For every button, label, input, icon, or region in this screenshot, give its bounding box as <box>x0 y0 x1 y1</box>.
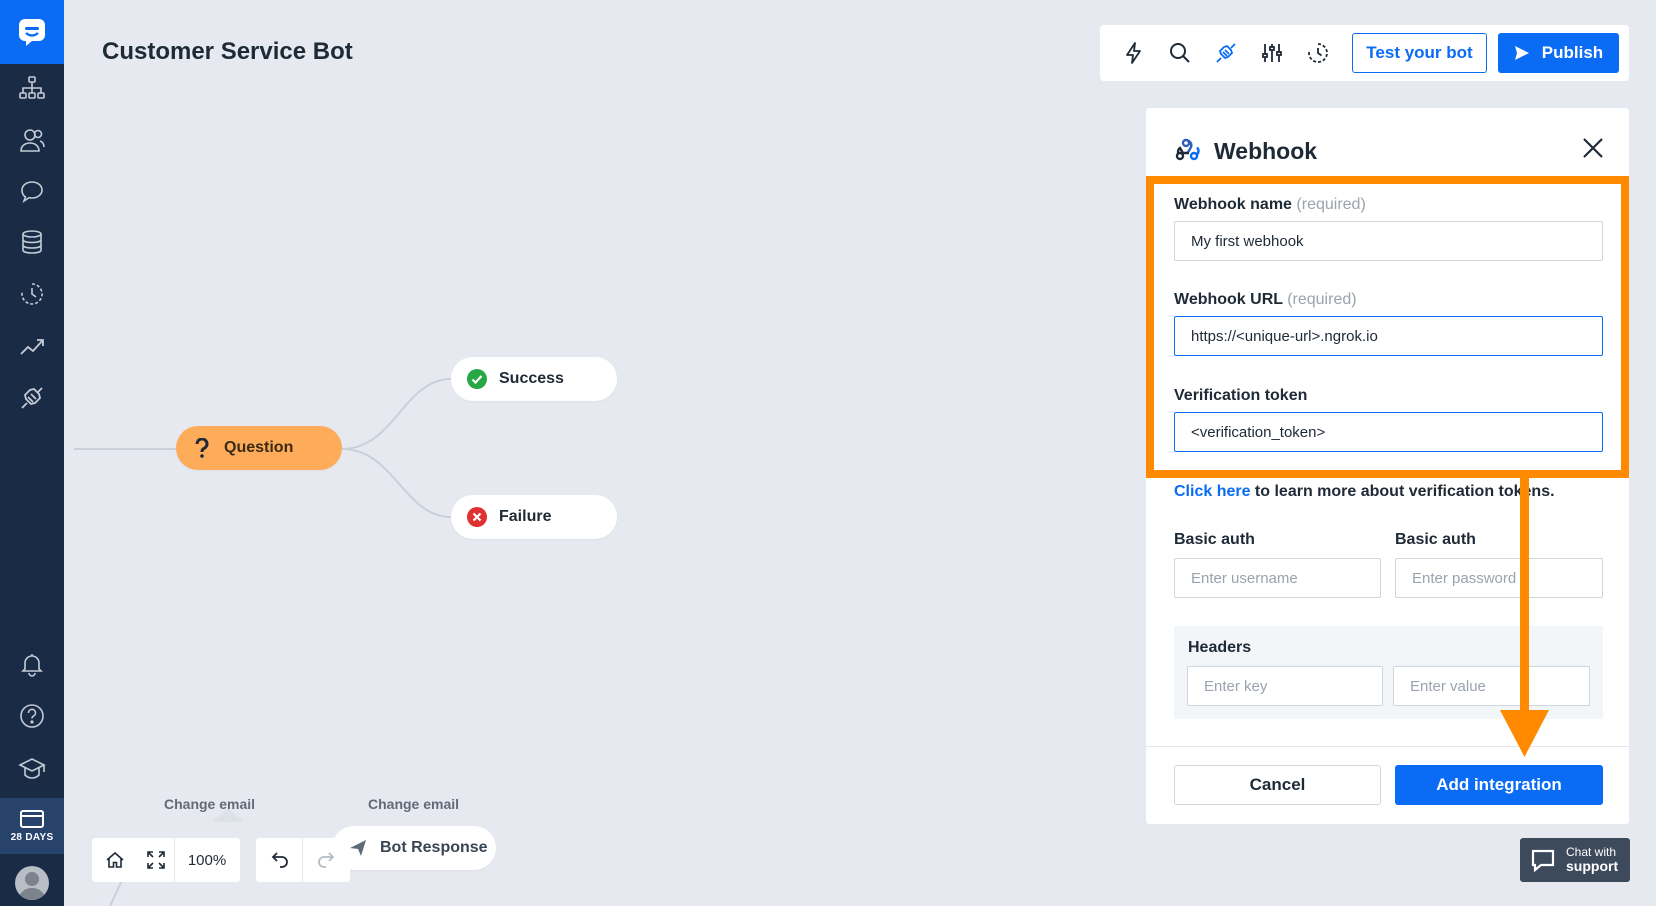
publish-button[interactable]: Publish <box>1498 33 1619 73</box>
webhook-name-label: Webhook name (required) <box>1174 196 1366 214</box>
headers-section: Headers Enter key Enter value <box>1174 626 1603 719</box>
trial-label: 28 DAYS <box>10 831 54 843</box>
trial-badge[interactable]: 28 DAYS <box>0 798 64 854</box>
change-email-label: Change email <box>368 796 460 812</box>
users-icon[interactable] <box>12 120 52 160</box>
panel-title: Webhook <box>1214 138 1318 164</box>
flow-icon[interactable] <box>12 68 52 108</box>
history-icon[interactable] <box>12 274 52 314</box>
chat-support-line2: support <box>1566 857 1619 874</box>
analytics-icon[interactable] <box>12 326 52 366</box>
bot-response-label: Bot Response <box>380 839 488 856</box>
verification-token-label: Verification token <box>1174 387 1308 404</box>
webhook-panel: Webhook Webhook name (required) My first… <box>1146 108 1629 824</box>
check-circle-icon <box>467 369 487 389</box>
verification-token-input[interactable]: <verification_token> <box>1174 412 1603 452</box>
chat-icon[interactable] <box>12 172 52 212</box>
success-label: Success <box>499 370 564 387</box>
help-icon[interactable] <box>12 696 52 736</box>
test-bot-button[interactable]: Test your bot <box>1352 33 1487 73</box>
avatar[interactable] <box>15 866 49 900</box>
search-icon[interactable] <box>1166 39 1194 67</box>
redo-icon[interactable] <box>303 838 350 882</box>
chat-icon <box>1531 849 1555 873</box>
logo-icon[interactable] <box>0 0 64 64</box>
zoom-level[interactable]: 100% <box>175 838 239 882</box>
history-icon[interactable] <box>1304 39 1332 67</box>
header-value-input[interactable]: Enter value <box>1393 666 1590 706</box>
question-node[interactable]: Question <box>176 426 342 470</box>
headers-label: Headers <box>1188 639 1252 656</box>
send-icon <box>1514 46 1529 60</box>
integrations-icon[interactable] <box>12 378 52 418</box>
webhook-url-input[interactable]: https://<unique-url>.ngrok.io <box>1174 316 1603 356</box>
bell-icon[interactable] <box>12 644 52 684</box>
bot-response-node[interactable]: Bot Response <box>332 826 496 870</box>
send-icon <box>348 838 368 858</box>
success-node[interactable]: Success <box>451 357 617 401</box>
webhook-icon <box>1174 136 1200 167</box>
card-icon <box>20 809 44 828</box>
password-input[interactable]: Enter password <box>1395 558 1603 598</box>
add-integration-button[interactable]: Add integration <box>1395 765 1603 805</box>
settings-sliders-icon[interactable] <box>1258 39 1286 67</box>
chat-support-button[interactable]: Chat with support <box>1520 838 1630 882</box>
sidebar: 28 DAYS <box>0 0 64 906</box>
learn-more-rest: to learn more about verification tokens. <box>1250 483 1555 500</box>
change-email-label: Change email <box>164 796 256 812</box>
integrations-icon[interactable] <box>1212 39 1240 67</box>
flow-connectors <box>74 378 452 906</box>
panel-header: Webhook <box>1174 136 1317 167</box>
required-hint: (required) <box>1296 196 1366 213</box>
lightning-icon[interactable] <box>1120 39 1148 67</box>
learn-more-link[interactable]: Click here <box>1174 483 1250 500</box>
x-circle-icon <box>467 507 487 527</box>
failure-label: Failure <box>499 508 552 525</box>
publish-label: Publish <box>1541 43 1604 62</box>
home-icon[interactable] <box>92 838 138 882</box>
failure-node[interactable]: Failure <box>451 495 617 539</box>
database-icon[interactable] <box>12 222 52 262</box>
cancel-button[interactable]: Cancel <box>1174 765 1381 805</box>
learn-more-text: Click here to learn more about verificat… <box>1174 483 1555 501</box>
webhook-name-input[interactable]: My first webhook <box>1174 221 1603 261</box>
basic-auth-label: Basic auth <box>1174 531 1255 548</box>
required-hint: (required) <box>1287 291 1357 308</box>
canvas-controls: 100% <box>92 838 240 882</box>
fullscreen-icon[interactable] <box>138 838 174 882</box>
academy-icon[interactable] <box>12 748 52 788</box>
chat-support-text: Chat with support <box>1566 846 1618 873</box>
divider <box>1146 746 1629 747</box>
undo-icon[interactable] <box>256 838 302 882</box>
webhook-name-label-text: Webhook name <box>1174 196 1292 213</box>
question-icon <box>192 438 212 458</box>
history-controls <box>256 838 350 882</box>
username-input[interactable]: Enter username <box>1174 558 1381 598</box>
close-icon[interactable] <box>1579 134 1607 162</box>
basic-auth-label: Basic auth <box>1395 531 1476 548</box>
header-key-input[interactable]: Enter key <box>1187 666 1383 706</box>
toolbar: Test your bot Publish <box>1100 25 1629 81</box>
webhook-url-label: Webhook URL (required) <box>1174 291 1357 309</box>
question-label: Question <box>224 439 294 456</box>
webhook-url-label-text: Webhook URL <box>1174 291 1283 308</box>
